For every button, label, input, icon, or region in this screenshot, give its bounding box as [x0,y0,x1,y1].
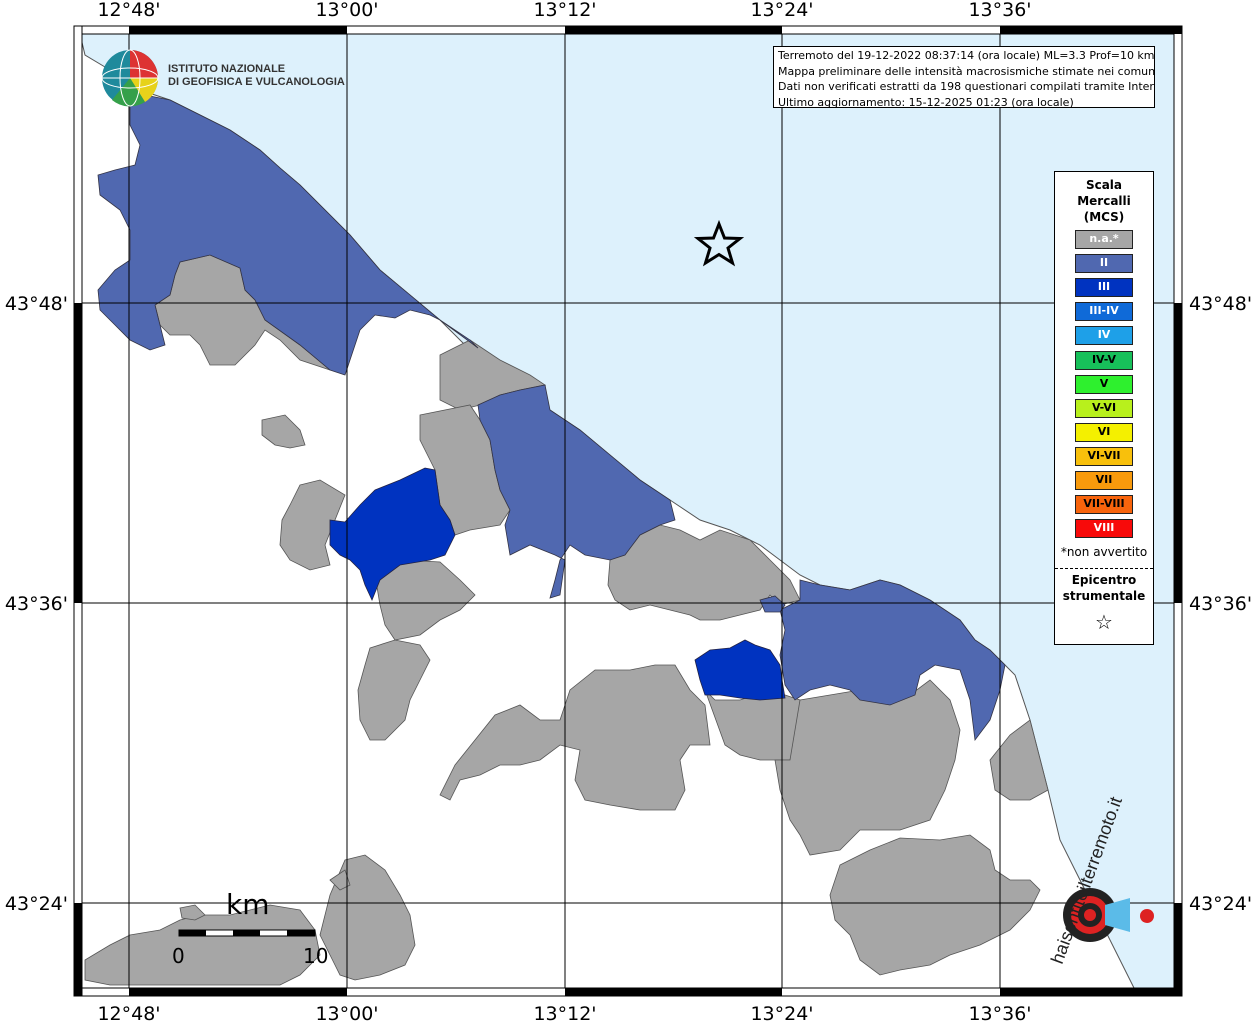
mcs-legend: Scala Mercalli (MCS) n.a.* II III III-IV IV I… [1054,171,1154,645]
legend-swatch: VIII [1075,519,1133,539]
scale-min: 0 [172,944,185,968]
legend-swatch: n.a.* [1075,230,1133,249]
lat-tick-right: 43°36' [1189,593,1252,615]
scale-bar [178,929,316,937]
epicenter-legend-label: Epicentro strumentale [1062,573,1146,603]
scale-unit: km [226,888,270,921]
legend-swatch: VII [1075,471,1133,490]
legend-swatch: V-VI [1075,398,1133,418]
lon-tick-top: 13°36' [968,0,1031,21]
legend-swatch: V [1075,374,1133,394]
lat-tick-left: 43°24' [5,893,68,915]
event-title: Terremoto del 19-12-2022 08:37:14 (ora l… [778,49,1155,62]
legend-swatch: IV [1075,326,1133,346]
legend-swatch: VI-VII [1075,446,1133,466]
lon-tick-top: 12°48' [97,0,160,21]
legend-swatch: IV-V [1075,350,1133,370]
not-felt-note: *non avvertito [1060,545,1148,559]
ingv-logo-text: ISTITUTO NAZIONALE DI GEOFISICA E VULCAN… [168,63,345,88]
map-description: Mappa preliminare delle intensità macros… [778,64,1155,78]
last-update: Ultimo aggiornamento: 15-12-2025 01:23 (… [778,95,1074,108]
event-info-box: Terremoto del 19-12-2022 08:37:14 (ora l… [773,46,1155,108]
legend-divider [1055,568,1153,569]
lon-tick-top: 13°12' [533,0,596,21]
legend-swatch: III-IV [1075,302,1133,322]
lon-tick-bottom: 13°00' [315,1003,378,1024]
lat-tick-right: 43°24' [1189,893,1252,915]
legend-swatch: II [1075,254,1133,274]
epicenter-star-legend-icon: ☆ [1095,610,1113,634]
legend-swatch: VI [1075,422,1133,442]
data-note: Dati non verificati estratti da 198 ques… [778,80,1155,93]
legend-title: Scala Mercalli (MCS) [1077,178,1131,224]
scale-max: 10 [303,944,329,968]
lon-tick-top: 13°00' [315,0,378,21]
lon-tick-bottom: 13°12' [533,1003,596,1024]
lat-tick-right: 43°48' [1189,293,1252,315]
lon-tick-top: 13°24' [750,0,813,21]
legend-swatch: III [1075,278,1133,298]
legend-swatch: VII-VIII [1075,495,1133,515]
lon-tick-bottom: 13°24' [750,1003,813,1024]
lon-tick-bottom: 13°36' [968,1003,1031,1024]
lon-tick-bottom: 12°48' [97,1003,160,1024]
ingv-globe-icon [101,49,159,107]
lat-tick-left: 43°36' [5,593,68,615]
lat-tick-left: 43°48' [5,293,68,315]
